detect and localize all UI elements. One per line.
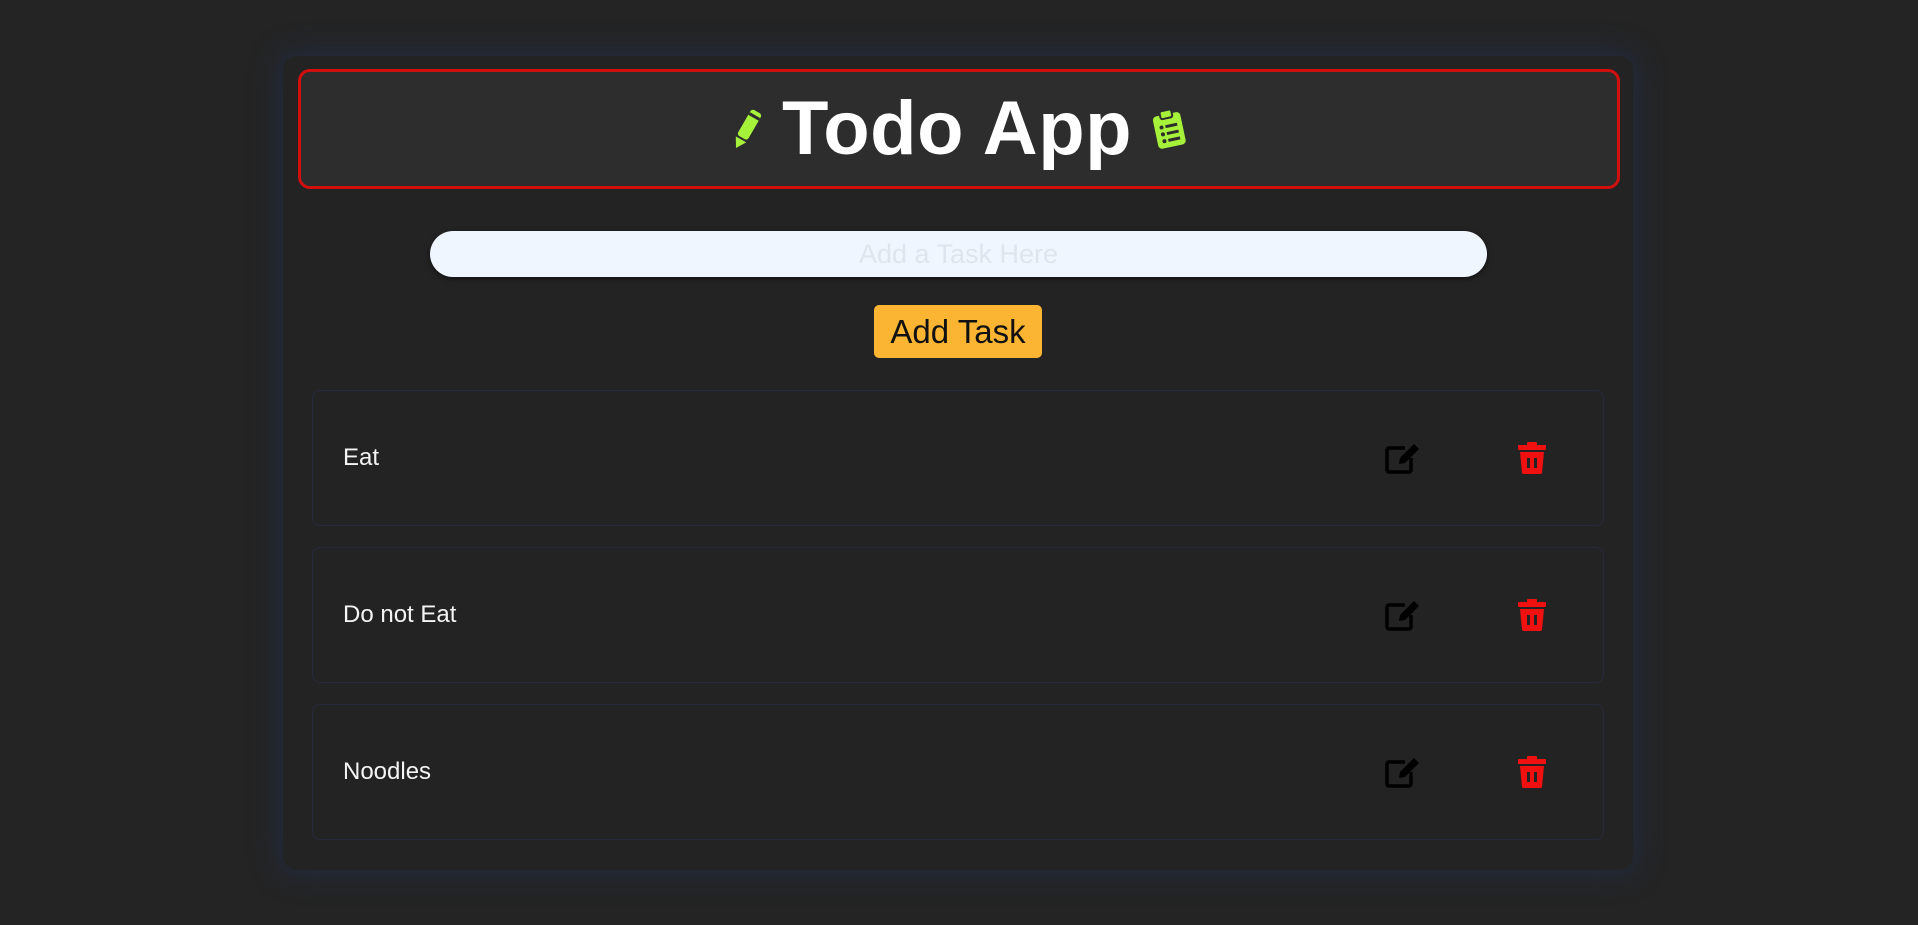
task-text: Eat: [343, 444, 380, 471]
task-list: Eat Do not Eat Noodles: [312, 390, 1604, 861]
add-task-button[interactable]: Add Task: [874, 305, 1042, 358]
task-input[interactable]: [430, 231, 1487, 277]
edit-icon[interactable]: [1383, 752, 1423, 792]
app-header: Todo App: [298, 69, 1620, 189]
task-text: Do not Eat: [343, 601, 457, 628]
trash-icon[interactable]: [1512, 595, 1552, 635]
trash-icon[interactable]: [1512, 752, 1552, 792]
todo-app-card: Todo App Add Task Eat: [283, 56, 1633, 870]
edit-icon[interactable]: [1383, 438, 1423, 478]
task-text: Noodles: [343, 758, 432, 785]
task-item: Do not Eat: [312, 547, 1604, 683]
edit-icon[interactable]: [1383, 595, 1423, 635]
task-item: Eat: [312, 390, 1604, 526]
pencil-icon: [730, 105, 764, 153]
task-item: Noodles: [312, 704, 1604, 840]
page-title: Todo App: [781, 86, 1133, 171]
trash-icon[interactable]: [1512, 438, 1552, 478]
clipboard-list-icon: [1150, 107, 1188, 151]
